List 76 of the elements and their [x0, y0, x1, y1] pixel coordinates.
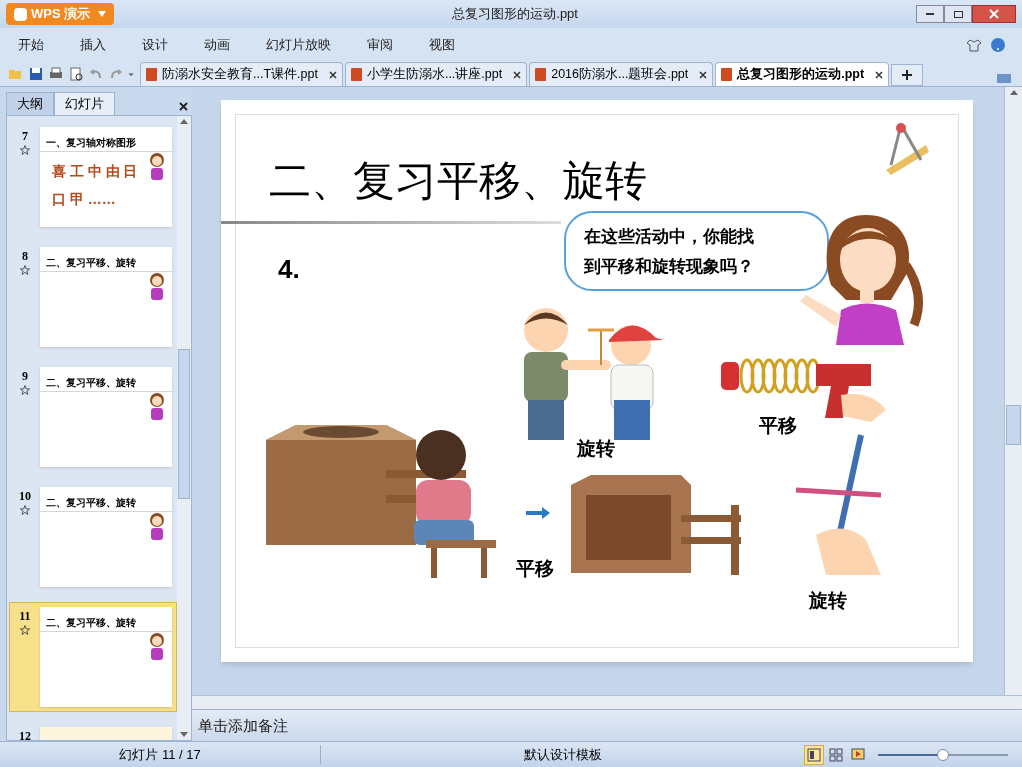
close-tab-icon[interactable] — [875, 70, 884, 79]
caret-icon — [98, 11, 107, 17]
close-tab-icon[interactable] — [699, 70, 708, 79]
scroll-up-icon[interactable] — [180, 119, 188, 124]
template-name: 默认设计模板 — [523, 745, 602, 764]
scroll-thumb[interactable] — [1006, 405, 1021, 445]
minimize-button[interactable] — [916, 5, 944, 23]
menu-item[interactable]: 开始 — [4, 34, 58, 55]
print-preview-icon[interactable] — [68, 66, 84, 82]
slide-thumbnail[interactable]: 二、复习平移、旋转 — [39, 487, 172, 587]
menu-item[interactable]: 视图 — [415, 34, 469, 55]
close-button[interactable] — [972, 5, 1016, 23]
scrollbar[interactable] — [177, 116, 191, 740]
exercise-number: 4. — [278, 253, 300, 286]
slide-thumbnail[interactable]: 二、复习平移、旋转 — [39, 247, 172, 347]
thumbnail-title: 二、复习平移、旋转 — [45, 616, 136, 630]
slide-counter: 幻灯片 11 / 17 — [119, 745, 201, 764]
close-tab-icon[interactable] — [328, 70, 337, 79]
menu-item[interactable]: 插入 — [66, 34, 120, 55]
slide-thumbnail[interactable]: 一、复习轴对称图形 喜 工 中 由 日 口 甲 …… — [39, 127, 172, 227]
star-icon — [19, 265, 30, 275]
panel-tab[interactable]: 幻灯片 — [54, 92, 115, 115]
document-tab[interactable]: 防溺水安全教育...T课件.ppt — [140, 62, 343, 86]
slide-thumbnail[interactable]: 二、复习平移、旋转 — [39, 367, 172, 467]
close-tab-icon[interactable] — [513, 70, 522, 79]
thumbnail-text: 口 甲 …… — [51, 190, 116, 209]
thumbnail-title: 二、复习平移、旋转 — [45, 376, 136, 390]
speech-bubble: 在这些活动中，你能找 到平移和旋转现象吗？ — [564, 211, 829, 291]
panel-tab[interactable]: 大纲 — [6, 92, 54, 115]
star-icon — [19, 385, 30, 395]
star-icon — [19, 625, 30, 635]
scroll-up-icon[interactable] — [1009, 90, 1018, 95]
normal-view-button[interactable] — [804, 744, 824, 765]
caption-label: 平移 — [759, 414, 797, 438]
new-tab-button[interactable] — [891, 64, 924, 86]
slide-number: 9 — [21, 368, 28, 385]
window-title: 总复习图形的运动.ppt — [452, 5, 578, 24]
slide-number: 10 — [18, 488, 31, 505]
slide-number: 12 — [18, 728, 31, 740]
close-panel-icon[interactable] — [179, 102, 188, 111]
menu-item[interactable]: 审阅 — [353, 34, 407, 55]
thumbnail-title: 二、复习平移、旋转 — [45, 256, 136, 270]
scrollbar[interactable] — [192, 695, 1022, 709]
plus-icon — [902, 70, 913, 80]
star-icon — [19, 505, 30, 515]
app-logo-icon — [14, 7, 27, 21]
thumbnail-text: 喜 工 中 由 日 — [51, 162, 138, 181]
slide-number: 7 — [21, 128, 28, 145]
ppt-file-icon — [350, 68, 362, 81]
menu-item[interactable]: 幻灯片放映 — [252, 34, 345, 55]
scrollbar[interactable] — [1004, 87, 1022, 695]
slide-number: 11 — [19, 608, 31, 625]
notes-field[interactable]: 单击添加备注 — [192, 710, 1022, 741]
document-tab[interactable]: 2016防溺水...题班会.ppt — [529, 62, 714, 86]
ppt-file-icon — [721, 68, 733, 81]
caption-label: 平移 — [516, 557, 554, 581]
caption-label: 旋转 — [577, 437, 615, 461]
maximize-button[interactable] — [944, 5, 972, 23]
slide-title: 二、复习平移、旋转 — [269, 157, 647, 206]
star-icon — [19, 145, 30, 155]
menu-item[interactable]: 动画 — [190, 34, 244, 55]
arrow-icon — [526, 507, 550, 519]
menu-item[interactable]: 设计 — [128, 34, 182, 55]
thumbnail-title: 一、复习轴对称图形 — [45, 136, 136, 150]
slide-thumbnail[interactable]: 二、复习平移、旋转 — [39, 607, 172, 707]
close-icon — [989, 9, 999, 19]
caption-label: 旋转 — [809, 589, 847, 613]
ppt-file-icon — [535, 68, 547, 81]
scroll-thumb[interactable] — [178, 349, 190, 499]
document-tab[interactable]: 总复习图形的运动.ppt — [715, 62, 890, 86]
scroll-down-icon[interactable] — [180, 732, 188, 737]
document-tab[interactable]: 小学生防溺水...讲座.ppt — [344, 62, 528, 86]
ppt-file-icon — [146, 68, 157, 81]
slide-number: 8 — [21, 248, 28, 265]
save-icon[interactable] — [28, 66, 44, 82]
thumbnail-title: 二、复习平移、旋转 — [45, 496, 136, 510]
